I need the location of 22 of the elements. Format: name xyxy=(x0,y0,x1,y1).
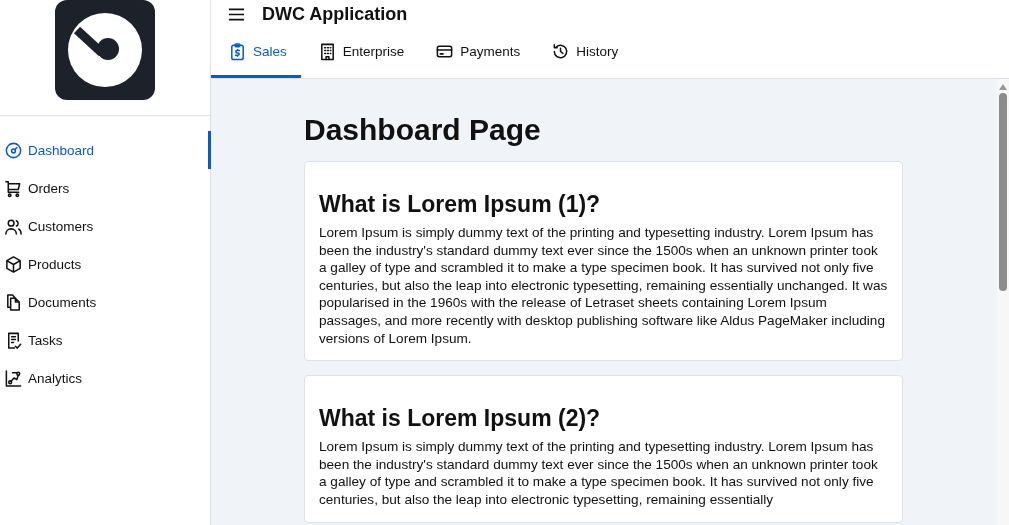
documents-icon xyxy=(4,292,23,312)
clipboard-dollar-icon xyxy=(228,42,247,61)
sidebar-item[interactable]: Customers xyxy=(0,207,211,245)
analytics-icon xyxy=(4,368,23,388)
tab[interactable]: Enterprise xyxy=(300,28,419,78)
card-heading: What is Lorem Ipsum (1)? xyxy=(319,191,602,218)
scrollbar[interactable] xyxy=(997,79,1009,525)
card-text: Lorem Ipsum is simply dummy text of the printing and typesetting industry. Lorem Ipsum has been the industry's standard dummy text ever since the 1500s when an unknown printer took a galley of type and scrambled it to make a type specimen book. It has survived not only five centuries, but also the leap into electronic typesetting, remaining essentially xyxy=(319,438,879,509)
sidebar-item[interactable]: Documents xyxy=(0,283,211,321)
cart-icon xyxy=(4,178,23,198)
tab[interactable]: Payments xyxy=(418,28,535,78)
card-text: Lorem Ipsum is simply dummy text of the printing and typesetting industry. Lorem Ipsum has been the industry's standard dummy text ever since the 1500s when an unknown printer took a galley of type and scrambled it to make a type specimen book. It has survived not only five centuries, but also the leap into electronic typesetting, remaining essentially unchanged. It was popularised in the 1960s with the release of Letraset sheets containing Lorem Ipsum passages, and more recently with desktop publishing software like Aldus PageMaker including versions of Lorem Ipsum. xyxy=(319,224,888,348)
sidebar-item[interactable]: Orders xyxy=(0,169,211,207)
sidebar-item[interactable]: Analytics xyxy=(0,359,211,397)
tab[interactable]: History xyxy=(534,28,633,78)
sidebar-item[interactable]: Products xyxy=(0,245,211,283)
card-heading: What is Lorem Ipsum (2)? xyxy=(319,405,602,433)
page-title: Dashboard Page xyxy=(304,113,542,147)
cube-icon xyxy=(4,254,23,274)
app-title: DWC Application xyxy=(262,3,408,25)
gauge-icon xyxy=(4,140,23,160)
sidebar-item[interactable]: Tasks xyxy=(0,321,211,359)
